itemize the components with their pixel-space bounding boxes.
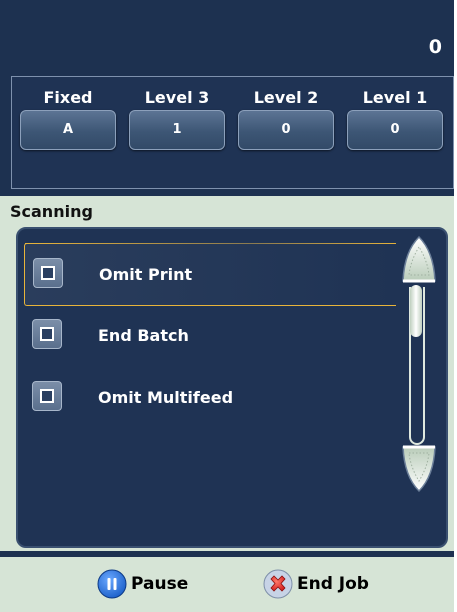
scrollbar-thumb[interactable]: [410, 285, 422, 337]
list-item-label: Omit Print: [99, 265, 193, 284]
list-item-end-batch[interactable]: End Batch: [24, 305, 396, 367]
scroll-up-button[interactable]: [398, 235, 440, 287]
level-1-button[interactable]: 0: [347, 110, 443, 150]
scroll-down-button[interactable]: [398, 441, 440, 493]
level-label: Level 1: [362, 88, 428, 107]
pause-icon: [97, 569, 127, 599]
level-2-button[interactable]: 0: [238, 110, 334, 150]
level-label: Level 3: [144, 88, 210, 107]
scroll-up-icon: [402, 235, 436, 283]
level-2: Level 2 0: [235, 87, 337, 150]
level-fixed-button[interactable]: A: [20, 110, 116, 150]
page-counter: 0: [428, 36, 442, 58]
list-item-omit-print[interactable]: Omit Print: [24, 243, 402, 306]
end-job-label: End Job: [297, 574, 369, 594]
level-3: Level 3 1: [126, 87, 228, 150]
omit-multifeed-checkbox[interactable]: [32, 381, 62, 411]
level-3-button[interactable]: 1: [129, 110, 225, 150]
level-counters-panel: Fixed A Level 3 1 Level 2 0 Level 1 0: [11, 76, 454, 189]
level-label: Fixed: [43, 88, 93, 107]
level-fixed: Fixed A: [17, 87, 119, 150]
action-bar: Pause End Job: [0, 557, 454, 612]
level-1: Level 1 0: [344, 87, 446, 150]
checkbox-box: [41, 266, 55, 280]
list-item-omit-multifeed[interactable]: Omit Multifeed: [24, 367, 396, 429]
end-batch-checkbox[interactable]: [32, 319, 62, 349]
pause-label: Pause: [131, 574, 189, 594]
scanning-section: Scanning Omit Print End Batch Omit Multi…: [0, 196, 454, 551]
x-icon: [263, 569, 293, 599]
pause-button[interactable]: Pause: [97, 569, 188, 599]
section-title: Scanning: [10, 202, 93, 221]
scroll-down-icon: [402, 445, 436, 493]
checkbox-box: [40, 327, 54, 341]
level-label: Level 2: [253, 88, 319, 107]
checkbox-box: [40, 389, 54, 403]
end-job-button[interactable]: End Job: [263, 569, 369, 599]
scanning-options-list: Omit Print End Batch Omit Multifeed: [16, 227, 448, 548]
list-item-label: Omit Multifeed: [98, 388, 234, 407]
omit-print-checkbox[interactable]: [33, 258, 63, 288]
scanner-screen: 0 Fixed A Level 3 1 Level 2 0 Level 1 0 …: [0, 0, 454, 612]
list-item-label: End Batch: [98, 326, 189, 345]
